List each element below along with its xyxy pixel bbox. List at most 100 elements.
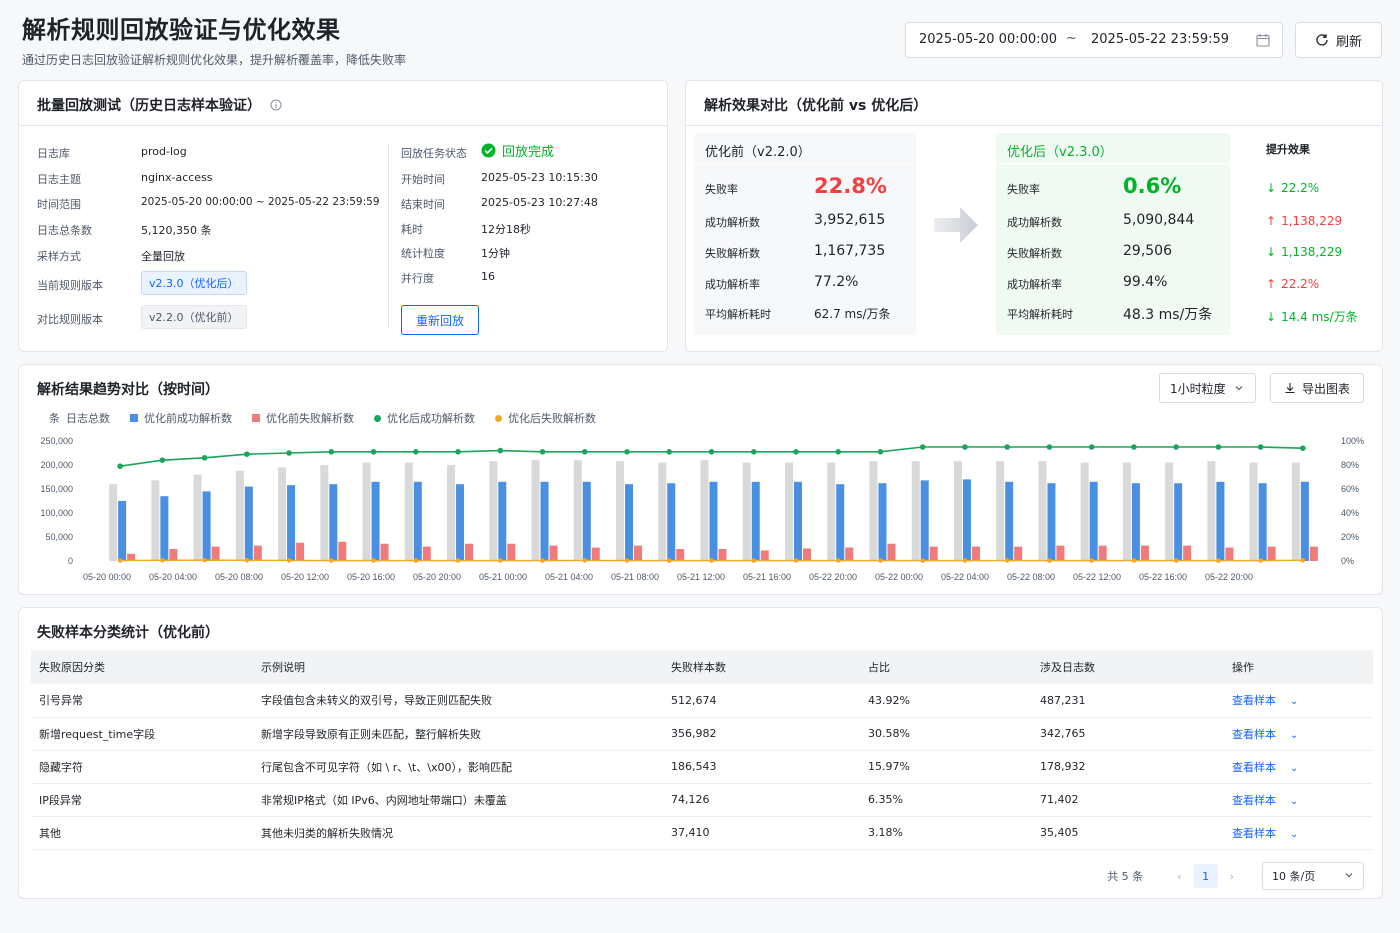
legend-before-success[interactable]: 优化前成功解析数 bbox=[130, 410, 232, 426]
y-tick-label: 250,000 bbox=[40, 436, 73, 446]
after-fail-count-label: 失败解析数 bbox=[1007, 247, 1062, 260]
x-tick-label: 05-22 16:00 bbox=[1139, 572, 1187, 582]
x-tick-label: 05-22 00:00 bbox=[875, 572, 923, 582]
date-end[interactable]: 2025-05-22 23:59:59 bbox=[1091, 32, 1229, 47]
legend-after-fail[interactable]: 优化后失败解析数 bbox=[495, 410, 596, 426]
legend-swatch bbox=[252, 414, 260, 422]
chevron-left-icon[interactable]: ‹ bbox=[1177, 870, 1181, 883]
legend-before-fail[interactable]: 优化前失败解析数 bbox=[252, 410, 354, 426]
after-success-point bbox=[877, 449, 884, 455]
total-bar bbox=[320, 465, 329, 561]
after-success-point bbox=[117, 463, 123, 469]
before-success-bar bbox=[1005, 481, 1014, 561]
rerun-replay-button[interactable]: 重新回放 bbox=[401, 305, 479, 335]
view-samples-link[interactable]: 查看样本 ⌄ bbox=[1224, 816, 1373, 850]
chevron-down-icon[interactable]: ⌄ bbox=[1290, 730, 1298, 741]
after-fail-point bbox=[117, 558, 123, 563]
total-bar bbox=[869, 461, 878, 561]
before-fail-bar bbox=[1014, 546, 1023, 561]
cell-fail-count: 37,410 bbox=[663, 816, 860, 850]
refresh-button[interactable]: 刷新 bbox=[1295, 22, 1382, 58]
view-samples-link[interactable]: 查看样本 ⌄ bbox=[1224, 750, 1373, 784]
cell-description: 行尾包含不可见字符（如 \ r、\t、\x00），影响匹配 bbox=[253, 750, 663, 784]
x-tick-label: 05-21 12:00 bbox=[677, 572, 725, 582]
before-success-bar bbox=[962, 479, 971, 561]
after-fail-point bbox=[413, 558, 419, 563]
before-success-bar bbox=[160, 496, 169, 561]
before-fail-bar bbox=[971, 546, 980, 561]
before-success-bar bbox=[287, 485, 296, 561]
page-size-select[interactable]: 10 条/页 bbox=[1262, 862, 1364, 890]
table-row: IP段异常 非常规IP格式（如 IPv6、内网地址带端口）未覆盖 74,126 … bbox=[31, 783, 1373, 817]
chevron-down-icon[interactable]: ⌄ bbox=[1290, 796, 1298, 807]
after-success-point bbox=[919, 444, 926, 450]
after-success-point bbox=[455, 449, 461, 455]
x-tick-label: 05-20 12:00 bbox=[281, 572, 329, 582]
trend-card-title: 解析结果趋势对比（按时间） bbox=[37, 382, 219, 398]
before-fail-bar bbox=[507, 543, 516, 561]
page-number[interactable]: 1 bbox=[1193, 864, 1218, 888]
arrow-down-icon: ↓ bbox=[1266, 245, 1277, 259]
label-start-time: 开始时间 bbox=[401, 173, 445, 186]
after-fail-count-value: 29,506 bbox=[1123, 243, 1172, 259]
total-bar bbox=[573, 460, 582, 561]
date-range-picker[interactable]: 2025-05-20 00:00:00 ~ 2025-05-22 23:59:5… bbox=[905, 22, 1283, 58]
calendar-icon[interactable] bbox=[1256, 33, 1270, 47]
before-success-bar bbox=[456, 484, 465, 561]
chevron-right-icon[interactable]: › bbox=[1230, 870, 1234, 883]
before-success-bar bbox=[878, 483, 887, 561]
x-tick-label: 05-20 08:00 bbox=[215, 572, 263, 582]
after-success-point bbox=[581, 449, 588, 455]
before-fail-bar bbox=[169, 549, 178, 561]
granularity-select[interactable]: 1小时粒度 bbox=[1159, 373, 1256, 403]
after-success-point bbox=[1215, 444, 1222, 450]
legend-total[interactable]: 条 日志总数 bbox=[49, 410, 110, 426]
cell-log-count: 35,405 bbox=[1032, 816, 1224, 850]
before-success-bar bbox=[1300, 481, 1309, 561]
view-samples-link[interactable]: 查看样本 ⌄ bbox=[1224, 783, 1373, 817]
after-fail-point bbox=[582, 558, 588, 563]
refresh-label: 刷新 bbox=[1335, 34, 1362, 50]
cell-ratio: 30.58% bbox=[860, 717, 1032, 751]
legend-label: 优化后失败解析数 bbox=[508, 412, 596, 425]
col-header: 涉及日志数 bbox=[1032, 650, 1224, 684]
replay-card-title: 批量回放测试（历史日志样本验证） bbox=[37, 95, 282, 115]
legend-label: 优化前成功解析数 bbox=[144, 412, 232, 425]
chevron-down-icon[interactable]: ⌄ bbox=[1290, 696, 1298, 707]
improve-head: 提升效果 bbox=[1266, 143, 1310, 156]
after-success-rate-label: 成功解析率 bbox=[1007, 278, 1062, 291]
view-samples-link[interactable]: 查看样本 ⌄ bbox=[1224, 684, 1373, 718]
before-success-bar bbox=[498, 481, 507, 561]
date-start[interactable]: 2025-05-20 00:00:00 bbox=[919, 32, 1057, 47]
chevron-down-icon[interactable]: ⌄ bbox=[1290, 763, 1298, 774]
replay-title-text: 批量回放测试（历史日志样本验证） bbox=[37, 98, 261, 114]
legend-after-success[interactable]: 优化后成功解析数 bbox=[374, 410, 475, 426]
view-samples-link[interactable]: 查看样本 ⌄ bbox=[1224, 717, 1373, 751]
total-bar bbox=[404, 462, 413, 561]
value-sampling: 全量回放 bbox=[141, 250, 185, 263]
export-chart-button[interactable]: 导出图表 bbox=[1270, 373, 1364, 403]
check-circle-icon bbox=[481, 143, 496, 158]
total-bar bbox=[1249, 462, 1258, 561]
chevron-down-icon[interactable]: ⌄ bbox=[1290, 829, 1298, 840]
cell-description: 字段值包含未转义的双引号，导致正则匹配失败 bbox=[253, 684, 663, 718]
before-success-bar bbox=[709, 481, 718, 561]
total-bar bbox=[489, 461, 498, 561]
current-rule-tag: v2.3.0（优化后） bbox=[141, 271, 247, 295]
label-end-time: 结束时间 bbox=[401, 198, 445, 211]
legend-label: 优化前失败解析数 bbox=[266, 412, 354, 425]
view-samples-label: 查看样本 bbox=[1232, 694, 1276, 708]
info-icon[interactable] bbox=[270, 99, 282, 111]
download-icon bbox=[1285, 383, 1295, 394]
improve-fail-rate: ↓ 22.2% bbox=[1266, 181, 1319, 195]
after-success-rate-value: 99.4% bbox=[1123, 274, 1168, 290]
status-text: 回放完成 bbox=[502, 145, 555, 160]
date-separator: ~ bbox=[1066, 31, 1077, 46]
view-samples-label: 查看样本 bbox=[1232, 793, 1276, 807]
label-log-topic: 日志主题 bbox=[37, 173, 81, 186]
cell-fail-count: 512,674 bbox=[663, 684, 860, 718]
after-fail-point bbox=[540, 558, 545, 563]
page-size-value: 10 条/页 bbox=[1272, 870, 1316, 883]
refresh-icon bbox=[1316, 34, 1328, 46]
improve-latency: ↓ 14.4 ms/万条 bbox=[1266, 308, 1358, 325]
